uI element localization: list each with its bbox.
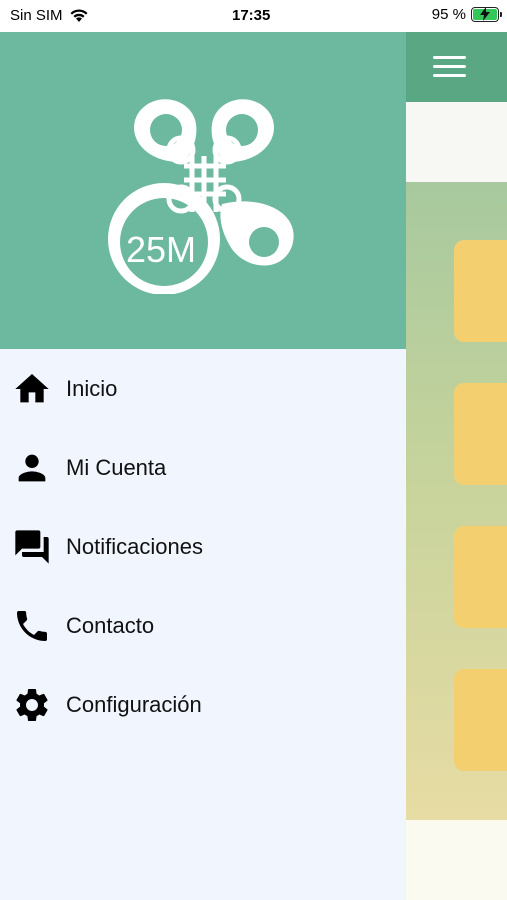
- dashboard-card[interactable]: [454, 526, 507, 628]
- app-footer: [406, 820, 507, 900]
- dashboard-card[interactable]: [454, 240, 507, 342]
- menu-item-label: Contacto: [66, 612, 155, 638]
- battery-icon: [471, 7, 502, 22]
- carrier-info: Sin SIM: [10, 7, 89, 24]
- hamburger-menu-icon[interactable]: [433, 56, 466, 78]
- dashboard-card[interactable]: [454, 669, 507, 771]
- person-icon: [12, 448, 52, 488]
- app-content-area: [406, 182, 507, 820]
- carrier-label: Sin SIM: [10, 7, 63, 24]
- background-app-screen: [406, 32, 507, 900]
- menu-item-label: Configuración: [66, 691, 202, 717]
- menu-item-inicio[interactable]: Inicio: [0, 349, 406, 428]
- app-logo: 25M: [108, 99, 294, 294]
- wifi-icon: [70, 9, 88, 22]
- menu-item-configuracion[interactable]: Configuración: [0, 665, 406, 744]
- menu-item-label: Notificaciones: [66, 533, 203, 559]
- gear-icon: [12, 685, 52, 725]
- home-icon: [12, 369, 52, 409]
- battery-percentage: 95 %: [431, 6, 466, 23]
- logo-text: 25M: [126, 229, 196, 270]
- navigation-drawer: 25M Inicio Mi Cuenta Notificaciones Cont…: [0, 32, 406, 900]
- drawer-header: 25M: [0, 32, 406, 349]
- menu-item-label: Inicio: [66, 375, 118, 401]
- app-header: [406, 32, 507, 102]
- battery-status: 95 %: [431, 6, 502, 23]
- app-subheader: [406, 102, 507, 182]
- menu-item-notificaciones[interactable]: Notificaciones: [0, 507, 406, 586]
- clock: 17:35: [232, 7, 271, 24]
- menu-item-mi-cuenta[interactable]: Mi Cuenta: [0, 428, 406, 507]
- menu-item-contacto[interactable]: Contacto: [0, 586, 406, 665]
- status-bar: Sin SIM 17:35 95 %: [0, 0, 507, 32]
- dashboard-card[interactable]: [454, 383, 507, 485]
- phone-icon: [12, 606, 52, 646]
- drawer-menu: Inicio Mi Cuenta Notificaciones Contacto…: [0, 349, 406, 744]
- chat-icon: [12, 527, 52, 567]
- charging-bolt-icon: [480, 7, 490, 21]
- menu-item-label: Mi Cuenta: [66, 454, 167, 480]
